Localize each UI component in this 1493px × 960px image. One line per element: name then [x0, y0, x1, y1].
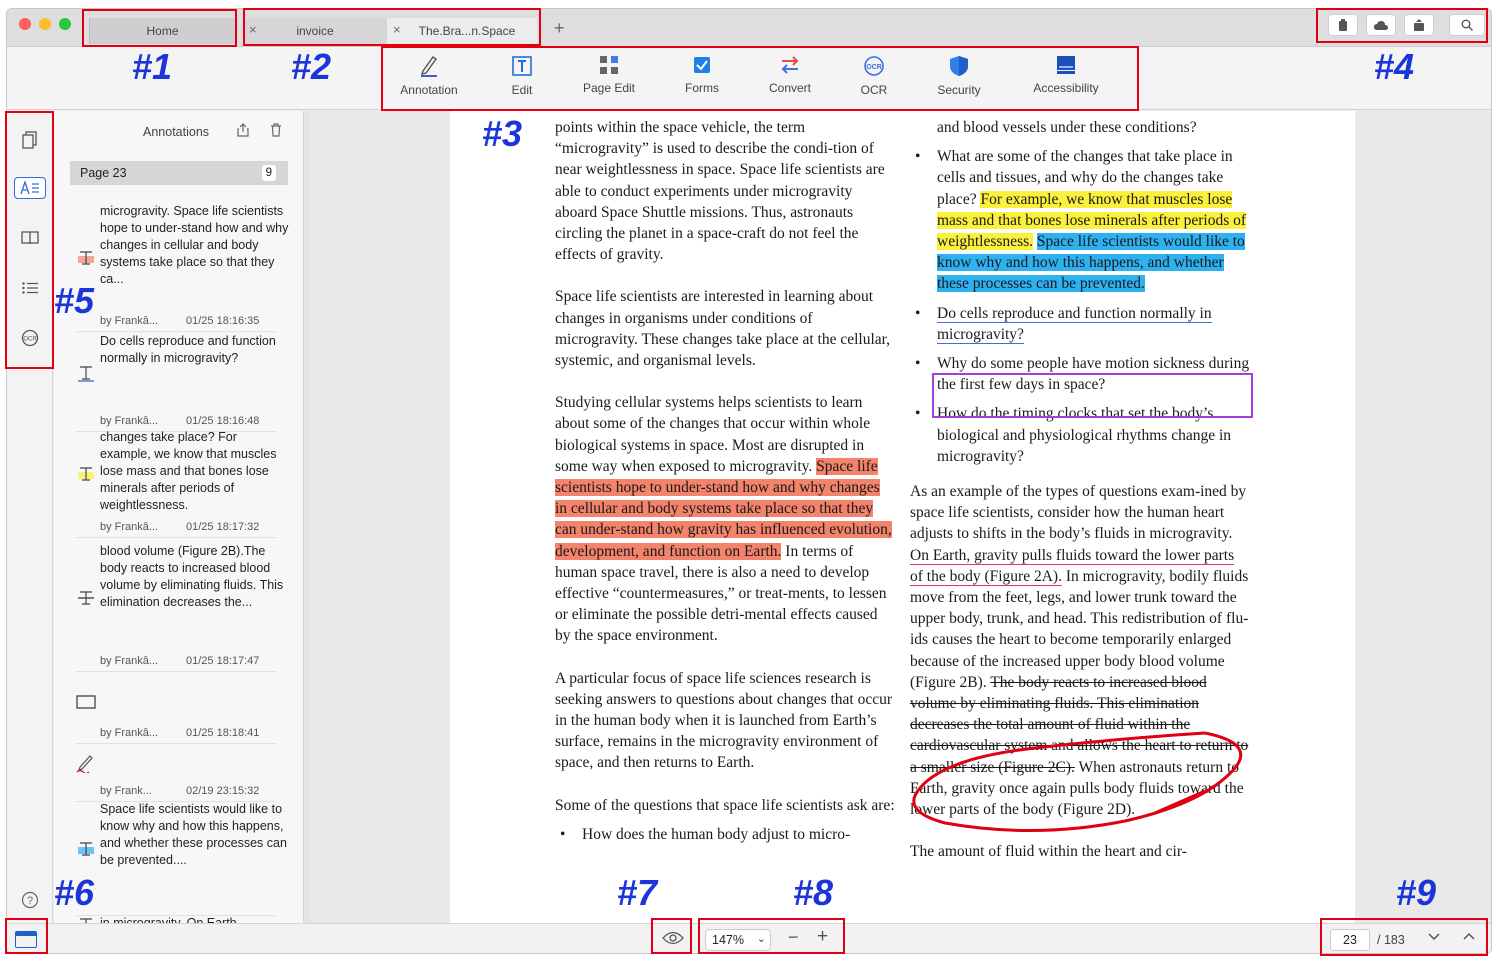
annotation-date: 01/25 18:18:41 — [186, 727, 260, 739]
callout-box-6 — [5, 918, 48, 954]
annotation-type-icon — [76, 363, 96, 388]
annotation-author: by Frank... — [100, 785, 152, 797]
help-icon: ? — [21, 891, 39, 909]
annotation-list-item[interactable]: Space life scientists would like to know… — [76, 801, 287, 921]
annotation-type-icon — [76, 695, 96, 714]
callout-box-8 — [698, 918, 845, 954]
annotation-date: 01/25 18:17:47 — [186, 655, 260, 667]
callout-box-3 — [381, 46, 1139, 111]
page-group-header[interactable]: Page 23 9 — [70, 161, 288, 185]
annotation-author: by Frankâ... — [100, 521, 159, 533]
minimize-window-button[interactable] — [39, 18, 51, 30]
marker-label: #4 — [1374, 46, 1415, 87]
annotation-text: changes take place? For example, we know… — [100, 430, 277, 512]
share-icon — [237, 123, 249, 137]
callout-box-4 — [1316, 8, 1488, 43]
bullet-item: Do cells reproduce and function normally… — [910, 303, 1250, 345]
bullet-item: How does the human body adjust to micro- — [555, 824, 895, 845]
annotation-text: Space life scientists would like to know… — [100, 802, 287, 867]
annotation-date: 01/25 18:16:48 — [186, 415, 260, 427]
callout-box-1 — [82, 9, 237, 47]
svg-text:?: ? — [27, 895, 33, 907]
help-button[interactable]: ? — [19, 889, 41, 911]
text-line: and blood vessels under these conditions… — [937, 119, 1197, 136]
paragraph: A particular focus of space life science… — [555, 669, 893, 772]
annotation-type-icon — [76, 839, 96, 864]
paragraph: Studying cellular systems helps scientis… — [555, 394, 892, 645]
callout-box-2 — [243, 8, 541, 46]
annotation-text: microgravity. Space life scientists hope… — [100, 204, 289, 286]
trash-icon — [271, 123, 281, 137]
annotations-panel: Annotations Page 23 9 microgravity. Spac… — [54, 111, 304, 923]
paragraph: The amount of fluid within the heart and… — [910, 843, 1187, 861]
paragraph: Some of the questions that space life sc… — [555, 796, 895, 814]
paragraph: points within the space vehicle, the ter… — [555, 119, 885, 264]
panel-title: Annotations — [143, 125, 210, 139]
zoom-window-button[interactable] — [59, 18, 71, 30]
annotation-author: by Frankâ... — [100, 727, 159, 739]
close-window-button[interactable] — [19, 18, 31, 30]
divider — [76, 331, 276, 332]
annotation-author: by Frankâ... — [100, 315, 159, 327]
callout-box-7 — [651, 918, 692, 954]
annotation-list-item[interactable]: microgravity. Space life scientists hope… — [76, 203, 288, 337]
callout-box-9 — [1320, 918, 1488, 956]
delete-button[interactable] — [270, 123, 282, 142]
annotation-author: by Frankâ... — [100, 655, 159, 667]
callout-box-5 — [5, 111, 54, 369]
marker-label: #7 — [617, 872, 658, 913]
marker-label: #5 — [54, 280, 95, 321]
annotation-type-icon — [76, 588, 96, 613]
annotation-list-item[interactable]: by Frankâ... 01/25 18:18:41 — [76, 685, 286, 749]
left-column: points within the space vehicle, the ter… — [555, 117, 895, 853]
annotation-list-item[interactable]: changes take place? For example, we know… — [76, 429, 286, 543]
annotation-text: blood volume (Figure 2B).The body reacts… — [100, 544, 284, 609]
freehand-ink-annotation[interactable] — [905, 723, 1265, 843]
app-window: Home × invoice × The.Bra...n.Space + Ann… — [6, 8, 1492, 954]
underline-annotation[interactable]: Do cells reproduce and function normally… — [937, 304, 1212, 344]
annotation-list-item[interactable]: Do cells reproduce and function normally… — [76, 333, 286, 437]
annotation-type-icon — [76, 464, 96, 489]
annotation-date: 01/25 18:16:35 — [186, 315, 260, 327]
annotation-text: in microgravity. On Earth, — [100, 916, 241, 923]
annotation-list-item[interactable]: in microgravity. On Earth, — [76, 915, 286, 923]
marker-label: #3 — [482, 113, 523, 154]
annotation-list-item[interactable]: by Frank... 02/19 23:15:32 — [76, 743, 286, 807]
marker-label: #2 — [291, 46, 332, 87]
marker-label: #9 — [1396, 872, 1437, 913]
marker-label: #1 — [132, 46, 173, 87]
annotation-type-icon — [76, 753, 96, 778]
annotation-count-badge: 9 — [261, 165, 276, 181]
annotation-date: 01/25 18:17:32 — [186, 521, 260, 533]
new-tab-button[interactable]: + — [554, 18, 565, 39]
pdf-page: points within the space vehicle, the ter… — [450, 111, 1355, 923]
annotation-type-icon — [76, 248, 96, 273]
divider — [76, 671, 276, 672]
export-button[interactable] — [237, 123, 249, 142]
annotation-type-icon — [76, 915, 96, 923]
paragraph: Space life scientists are interested in … — [555, 288, 891, 370]
document-viewport[interactable]: points within the space vehicle, the ter… — [310, 111, 1491, 923]
annotation-date: 02/19 23:15:32 — [186, 785, 260, 797]
annotation-author: by Frankâ... — [100, 415, 159, 427]
marker-label: #8 — [793, 872, 834, 913]
divider — [76, 537, 276, 538]
bullet-item: What are some of the changes that take p… — [910, 146, 1250, 294]
rectangle-annotation[interactable] — [932, 373, 1253, 418]
annotation-list-item[interactable]: blood volume (Figure 2B).The body reacts… — [76, 543, 286, 677]
marker-label: #6 — [54, 872, 95, 913]
annotation-text: Do cells reproduce and function normally… — [100, 334, 276, 365]
